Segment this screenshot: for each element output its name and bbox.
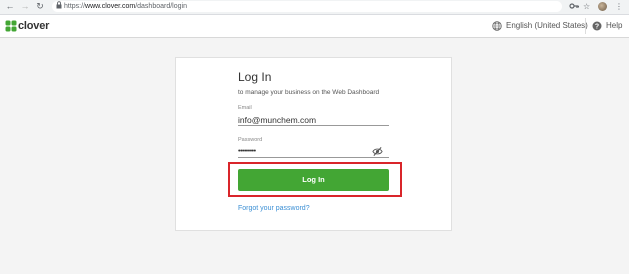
highlight-box (228, 162, 402, 197)
login-card: Log In to manage your business on the We… (175, 57, 452, 231)
language-label: English (United States) (506, 21, 588, 30)
email-value: info@munchem.com (238, 115, 317, 125)
forgot-password-link[interactable]: Forgot your password? (238, 204, 310, 213)
globe-icon (492, 21, 502, 31)
login-subtitle: to manage your business on the Web Dashb… (238, 89, 380, 96)
app-header: clover English (United States) ? Help (0, 15, 629, 38)
url-text: https://www.clover.com/dashboard/login (64, 3, 187, 10)
avatar[interactable] (598, 2, 607, 11)
browser-toolbar: ← → ↻ https://www.clover.com/dashboard/l… (0, 0, 629, 15)
star-icon[interactable]: ☆ (583, 1, 590, 12)
key-icon[interactable] (569, 1, 580, 12)
email-label: Email (238, 105, 252, 111)
vertical-dots-icon[interactable]: ⋮ (615, 1, 623, 12)
page-title: Log In (238, 70, 272, 84)
password-label: Password (238, 137, 263, 143)
email-field[interactable]: info@munchem.com (238, 115, 389, 126)
lock-icon (56, 1, 62, 14)
address-bar[interactable]: https://www.clover.com/dashboard/login (52, 1, 562, 12)
clover-icon (5, 20, 17, 32)
password-value: ••••••••• (238, 148, 256, 155)
logo-text: clover (18, 20, 50, 32)
question-icon: ? (592, 21, 602, 31)
header-divider (585, 18, 586, 34)
back-icon[interactable]: ← (5, 1, 15, 12)
help-label: Help (606, 21, 623, 30)
forward-icon[interactable]: → (20, 1, 30, 12)
reload-icon[interactable]: ↻ (35, 1, 45, 12)
hide-password-icon[interactable] (372, 146, 383, 157)
svg-text:?: ? (595, 24, 599, 31)
password-field[interactable]: ••••••••• (238, 147, 389, 158)
